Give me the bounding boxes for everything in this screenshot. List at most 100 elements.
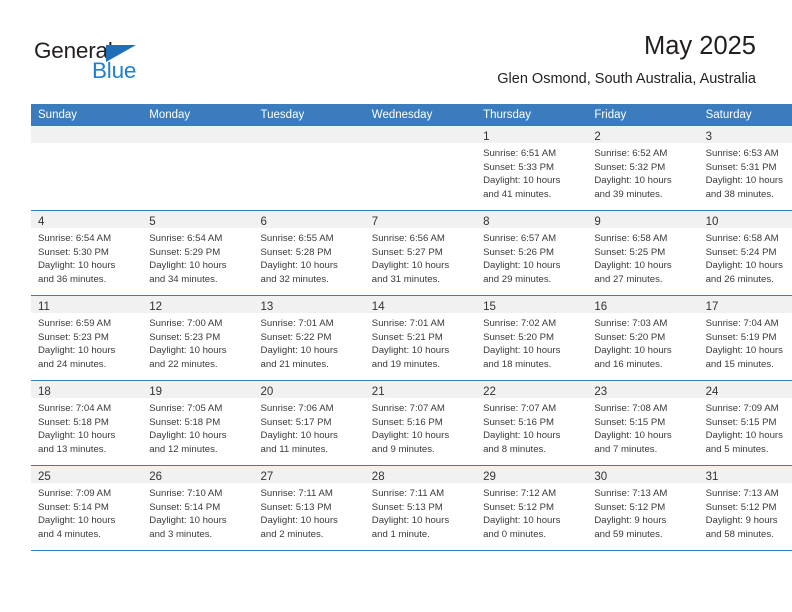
day-cell-details: Sunrise: 7:10 AM Sunset: 5:14 PM Daylight:… [142, 483, 253, 541]
day-number: 13 [260, 301, 274, 313]
day-cell-details: Sunrise: 7:07 AM Sunset: 5:16 PM Daylight:… [476, 398, 587, 456]
calendar-day-cell[interactable]: 25 Sunrise: 7:09 AM Sunset: 5:14 PM Dayligh… [31, 465, 143, 551]
calendar-day-cell[interactable]: 6 Sunrise: 6:55 AM Sunset: 5:28 PM Daylight… [253, 210, 365, 296]
day-detail-line: Sunset: 5:19 PM [705, 331, 777, 343]
day-number: 16 [594, 301, 608, 313]
day-cell-details: Sunrise: 6:54 AM Sunset: 5:29 PM Daylight:… [142, 228, 253, 286]
day-number-band: 11 [31, 296, 143, 313]
calendar-day-cell[interactable]: 28 Sunrise: 7:11 AM Sunset: 5:13 PM Dayligh… [364, 465, 477, 551]
day-number-band: 26 [142, 466, 254, 483]
calendar-day-cell[interactable]: 22 Sunrise: 7:07 AM Sunset: 5:16 PM Dayligh… [476, 380, 588, 466]
calendar-day-cell[interactable]: 31 Sunrise: 7:13 AM Sunset: 5:12 PM Dayligh… [698, 465, 792, 551]
day-number-band: 3 [698, 126, 792, 143]
calendar-day-cell[interactable]: 19 Sunrise: 7:05 AM Sunset: 5:18 PM Dayligh… [142, 380, 254, 466]
day-detail-line: Sunrise: 7:08 AM [594, 403, 668, 414]
day-cell-inner: 3 Sunrise: 6:53 AM Sunset: 5:31 PM Daylight… [698, 126, 792, 210]
calendar-week-row: 1 Sunrise: 6:51 AM Sunset: 5:33 PM Daylight… [31, 126, 792, 211]
calendar-day-cell[interactable]: 15 Sunrise: 7:02 AM Sunset: 5:20 PM Dayligh… [476, 295, 588, 381]
day-detail-line: Sunset: 5:23 PM [38, 331, 109, 343]
calendar-day-cell[interactable]: 24 Sunrise: 7:09 AM Sunset: 5:15 PM Dayligh… [698, 380, 792, 466]
calendar-day-cell[interactable]: 20 Sunrise: 7:06 AM Sunset: 5:17 PM Dayligh… [253, 380, 365, 466]
calendar-day-cell[interactable]: 16 Sunrise: 7:03 AM Sunset: 5:20 PM Dayligh… [587, 295, 699, 381]
calendar-day-cell[interactable]: 27 Sunrise: 7:11 AM Sunset: 5:13 PM Dayligh… [253, 465, 365, 551]
day-number-band: 17 [698, 296, 792, 313]
day-detail-line: Sunset: 5:23 PM [149, 331, 221, 343]
day-detail-line: Daylight: 10 hours [705, 260, 783, 272]
day-detail-line: Sunset: 5:29 PM [149, 246, 221, 258]
day-cell-details: Sunrise: 7:08 AM Sunset: 5:15 PM Daylight:… [587, 398, 698, 456]
day-detail-line: Sunrise: 7:01 AM [260, 318, 334, 329]
calendar-body: 1 Sunrise: 6:51 AM Sunset: 5:33 PM Daylight… [31, 126, 792, 551]
day-detail-line: Sunset: 5:18 PM [38, 416, 109, 428]
day-number-band: 13 [253, 296, 365, 313]
day-detail-line: Sunset: 5:16 PM [371, 416, 443, 428]
day-cell-inner: 11 Sunrise: 6:59 AM Sunset: 5:23 PM Dayligh… [31, 296, 143, 380]
day-detail-line: Daylight: 10 hours [483, 430, 561, 442]
day-number-band: 15 [476, 296, 588, 313]
day-cell-details: Sunrise: 7:04 AM Sunset: 5:19 PM Daylight:… [699, 313, 792, 371]
day-cell-inner: 14 Sunrise: 7:01 AM Sunset: 5:21 PM Dayligh… [364, 296, 477, 380]
calendar-day-cell[interactable]: 11 Sunrise: 6:59 AM Sunset: 5:23 PM Dayligh… [31, 295, 143, 381]
day-number-band: 27 [253, 466, 365, 483]
day-detail-line: Sunrise: 7:01 AM [371, 318, 445, 329]
calendar-day-cell[interactable]: 30 Sunrise: 7:13 AM Sunset: 5:12 PM Dayligh… [587, 465, 699, 551]
weekday-header-thursday: Thursday [476, 104, 588, 126]
day-cell-inner: 16 Sunrise: 7:03 AM Sunset: 5:20 PM Dayligh… [587, 296, 699, 380]
weekday-header: Sunday Monday Tuesday Wednesday Thursday Frid… [31, 104, 792, 126]
calendar-day-cell[interactable]: 13 Sunrise: 7:01 AM Sunset: 5:22 PM Dayligh… [253, 295, 365, 381]
day-number: 20 [260, 386, 274, 398]
day-cell-inner: 9 Sunrise: 6:58 AM Sunset: 5:25 PM Daylight… [587, 211, 699, 295]
day-number-band: 28 [364, 466, 477, 483]
day-cell-inner: 24 Sunrise: 7:09 AM Sunset: 5:15 PM Dayligh… [698, 381, 792, 465]
day-cell-details: Sunrise: 7:06 AM Sunset: 5:17 PM Daylight:… [254, 398, 365, 456]
day-detail-line: Sunset: 5:18 PM [149, 416, 221, 428]
calendar-day-cell[interactable]: 7 Sunrise: 6:56 AM Sunset: 5:27 PM Daylight… [364, 210, 477, 296]
calendar-day-cell[interactable]: 2 Sunrise: 6:52 AM Sunset: 5:32 PM Daylight… [587, 126, 699, 211]
day-cell-details [365, 143, 476, 147]
day-detail-line: Sunrise: 6:53 AM [705, 148, 779, 159]
day-cell-inner: 2 Sunrise: 6:52 AM Sunset: 5:32 PM Daylight… [587, 126, 699, 210]
day-cell-inner: 25 Sunrise: 7:09 AM Sunset: 5:14 PM Dayligh… [31, 466, 143, 550]
calendar-day-cell[interactable]: 14 Sunrise: 7:01 AM Sunset: 5:21 PM Dayligh… [364, 295, 477, 381]
day-detail-line: and 27 minutes. [594, 273, 663, 285]
calendar-day-cell[interactable]: 29 Sunrise: 7:12 AM Sunset: 5:12 PM Dayligh… [476, 465, 588, 551]
day-detail-line: Sunrise: 7:04 AM [705, 318, 779, 329]
day-detail-line: and 21 minutes. [260, 358, 329, 370]
calendar-day-cell[interactable]: 17 Sunrise: 7:04 AM Sunset: 5:19 PM Dayligh… [698, 295, 792, 381]
day-cell-details: Sunrise: 7:01 AM Sunset: 5:22 PM Daylight:… [254, 313, 365, 371]
day-number: 30 [594, 471, 608, 483]
calendar-day-cell[interactable]: 12 Sunrise: 7:00 AM Sunset: 5:23 PM Dayligh… [142, 295, 254, 381]
calendar-day-cell[interactable]: 4 Sunrise: 6:54 AM Sunset: 5:30 PM Daylight… [31, 210, 143, 296]
day-detail-line: Sunrise: 7:12 AM [483, 488, 557, 499]
calendar-day-cell[interactable]: 5 Sunrise: 6:54 AM Sunset: 5:29 PM Daylight… [142, 210, 254, 296]
day-cell-details: Sunrise: 6:52 AM Sunset: 5:32 PM Daylight:… [587, 143, 698, 201]
day-number: 26 [149, 471, 163, 483]
calendar-day-cell[interactable]: 26 Sunrise: 7:10 AM Sunset: 5:14 PM Dayligh… [142, 465, 254, 551]
day-detail-line: and 22 minutes. [149, 358, 218, 370]
day-detail-line: and 11 minutes. [260, 443, 329, 455]
day-detail-line: and 4 minutes. [38, 528, 101, 540]
calendar-day-cell[interactable]: 18 Sunrise: 7:04 AM Sunset: 5:18 PM Dayligh… [31, 380, 143, 466]
calendar-day-cell[interactable]: 23 Sunrise: 7:08 AM Sunset: 5:15 PM Dayligh… [587, 380, 699, 466]
day-detail-line: and 7 minutes. [594, 443, 658, 455]
calendar-day-cell[interactable]: 21 Sunrise: 7:07 AM Sunset: 5:16 PM Dayligh… [364, 380, 477, 466]
day-number: 25 [38, 471, 51, 483]
day-detail-line: Daylight: 10 hours [38, 515, 116, 527]
day-number: 15 [483, 301, 496, 313]
day-detail-line: Sunrise: 7:11 AM [260, 488, 333, 499]
day-detail-line: and 9 minutes. [371, 443, 435, 455]
day-detail-line: Daylight: 10 hours [705, 430, 783, 442]
calendar-day-cell[interactable]: 3 Sunrise: 6:53 AM Sunset: 5:31 PM Daylight… [698, 126, 792, 211]
weekday-header-tuesday: Tuesday [253, 104, 365, 126]
day-cell-inner: 10 Sunrise: 6:58 AM Sunset: 5:24 PM Dayligh… [698, 211, 792, 295]
day-detail-line: and 8 minutes. [483, 443, 546, 455]
day-detail-line: and 1 minute. [371, 528, 430, 540]
calendar-day-cell[interactable]: 8 Sunrise: 6:57 AM Sunset: 5:26 PM Daylight… [476, 210, 588, 296]
day-detail-line: and 18 minutes. [483, 358, 552, 370]
calendar-day-cell[interactable]: 10 Sunrise: 6:58 AM Sunset: 5:24 PM Dayligh… [698, 210, 792, 296]
day-detail-line: Sunrise: 7:00 AM [149, 318, 223, 329]
calendar-day-cell[interactable]: 1 Sunrise: 6:51 AM Sunset: 5:33 PM Daylight… [476, 126, 588, 211]
day-detail-line: Sunrise: 6:58 AM [705, 233, 779, 244]
day-detail-line: Daylight: 10 hours [149, 345, 227, 357]
calendar-day-cell[interactable]: 9 Sunrise: 6:58 AM Sunset: 5:25 PM Daylight… [587, 210, 699, 296]
